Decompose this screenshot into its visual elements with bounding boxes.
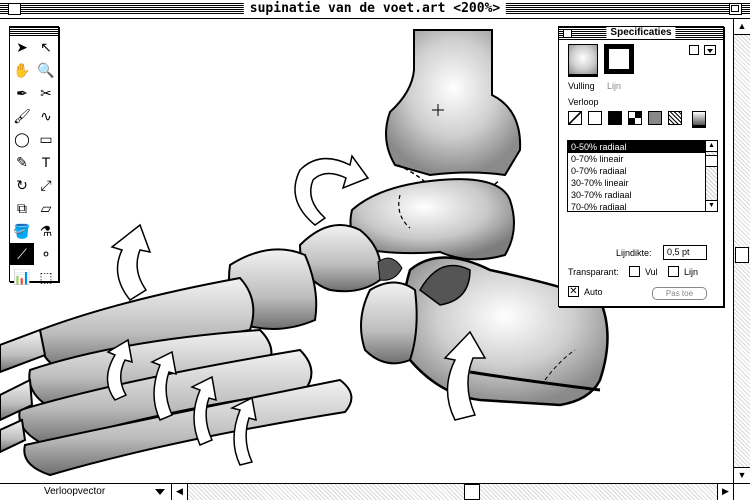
pattern-fill-icon[interactable] xyxy=(628,111,642,125)
shear-tool[interactable]: ▱ xyxy=(34,197,58,220)
rotate-tool[interactable]: ↻ xyxy=(10,174,34,197)
texture-fill-icon[interactable] xyxy=(668,111,682,125)
knife-tool[interactable]: ✎ xyxy=(10,151,34,174)
transparent-label: Transparant: xyxy=(568,267,619,277)
fill-label: Vulling xyxy=(568,81,595,91)
close-box[interactable] xyxy=(8,3,21,15)
brush-tool[interactable]: 🖌 xyxy=(10,105,34,128)
freehand-tool[interactable]: ∿ xyxy=(34,105,58,128)
resize-grow-box[interactable] xyxy=(733,484,750,500)
gradient-list-scrollbar[interactable]: ▲ ▼ xyxy=(706,140,718,212)
scroll-left-arrow-icon[interactable]: ◀ xyxy=(172,484,188,500)
vertical-scrollbar[interactable]: ▲ ▼ xyxy=(733,19,750,483)
horizontal-scroll-thumb[interactable] xyxy=(464,484,480,500)
spec-title-bar[interactable]: Specificaties xyxy=(559,27,723,40)
scroll-down-arrow-icon[interactable]: ▼ xyxy=(734,467,750,483)
gradient-list-item[interactable]: 70-0% radiaal xyxy=(568,201,705,211)
gradient-vector-tool[interactable]: ⟋ xyxy=(10,243,34,266)
apply-button[interactable]: Pas toe xyxy=(652,287,707,300)
gradient-list-item[interactable]: 0-70% radiaal xyxy=(568,165,705,177)
scroll-right-arrow-icon[interactable]: ▶ xyxy=(717,484,733,500)
text-tool[interactable]: T xyxy=(34,151,58,174)
graph-tool[interactable]: 📊 xyxy=(10,266,34,289)
line-checkbox[interactable] xyxy=(668,266,679,277)
status-popup-menu[interactable]: Verloopvector xyxy=(0,484,172,500)
gradient-list-item[interactable]: 30-70% lineair xyxy=(568,177,705,189)
auto-label: Auto xyxy=(584,287,603,297)
black-fill-icon[interactable] xyxy=(608,111,622,125)
list-down-arrow-icon[interactable]: ▼ xyxy=(706,200,717,211)
scroll-up-arrow-icon[interactable]: ▲ xyxy=(734,19,750,35)
toolbox-title-bar[interactable] xyxy=(10,27,58,36)
paint-bucket-tool[interactable]: 🪣 xyxy=(10,220,34,243)
page-tool[interactable]: ⬚ xyxy=(34,266,58,289)
eyedropper-tool[interactable]: ⚗ xyxy=(34,220,58,243)
list-scroll-thumb[interactable] xyxy=(706,155,717,167)
gradient-list-item[interactable]: 0-70% lineair xyxy=(568,153,705,165)
window-title: supinatie van de voet.art <200%> xyxy=(243,1,507,17)
tool-grid: ➤ ↖ ✋ 🔍 ✒ ✂ 🖌 ∿ ◯ ▭ ✎ T ↻ ⤢ ⧉ ▱ 🪣 ⚗ ⟋ ⚬ 📊 ⬚ xyxy=(10,36,58,289)
white-fill-icon[interactable] xyxy=(588,111,602,125)
tibia-bone xyxy=(385,29,522,177)
line-check-label: Lijn xyxy=(684,267,699,277)
gradient-label: Verloop xyxy=(568,97,599,107)
pen-tool[interactable]: ✒ xyxy=(10,82,34,105)
scissors-tool[interactable]: ✂ xyxy=(34,82,58,105)
line-width-label: Lijndikte: xyxy=(616,248,652,258)
gradient-fill-icon[interactable] xyxy=(692,111,706,128)
toolbox-palette: ➤ ↖ ✋ 🔍 ✒ ✂ 🖌 ∿ ◯ ▭ ✎ T ↻ ⤢ ⧉ ▱ 🪣 ⚗ ⟋ ⚬ 📊 ⬚ xyxy=(9,26,59,289)
gradient-list[interactable]: 0-50% radiaal 0-70% lineair 0-70% radiaal 3… xyxy=(567,140,706,212)
fill-checkbox[interactable] xyxy=(629,266,640,277)
line-width-input[interactable]: 0,5 pt xyxy=(663,245,707,260)
list-up-arrow-icon[interactable]: ▲ xyxy=(706,141,717,152)
direct-select-tool[interactable]: ↖ xyxy=(34,36,58,59)
specifications-palette: Specificaties Vulling Lijn Verloop 0-50%… xyxy=(558,26,724,307)
hand-tool[interactable]: ✋ xyxy=(10,59,34,82)
scale-tool[interactable]: ⤢ xyxy=(34,174,58,197)
rectangle-tool[interactable]: ▭ xyxy=(34,128,58,151)
no-fill-icon[interactable] xyxy=(568,111,582,125)
close-icon[interactable] xyxy=(563,29,572,38)
auto-checkbox[interactable]: ✕ xyxy=(568,286,579,297)
spec-title: Specificaties xyxy=(606,27,676,39)
reflect-tool[interactable]: ⧉ xyxy=(10,197,34,220)
zoom-tool[interactable]: 🔍 xyxy=(34,59,58,82)
gray-fill-icon[interactable] xyxy=(648,111,662,125)
small-square-icon[interactable] xyxy=(689,45,699,55)
zoom-box[interactable] xyxy=(729,3,742,15)
gradient-list-item[interactable]: 0-50% radiaal xyxy=(568,141,705,153)
arrow-tool[interactable]: ➤ xyxy=(10,36,34,59)
title-bar[interactable]: supinatie van de voet.art <200%> xyxy=(0,0,750,19)
fill-swatch[interactable] xyxy=(568,44,598,77)
bottom-bar: Verloopvector ◀ ▶ xyxy=(0,483,750,500)
ellipse-tool[interactable]: ◯ xyxy=(10,128,34,151)
blend-tool[interactable]: ⚬ xyxy=(34,243,58,266)
fill-check-label: Vul xyxy=(645,267,658,277)
chevron-down-icon xyxy=(155,489,165,495)
cuboid-bone xyxy=(360,281,418,365)
gradient-list-item[interactable]: 30-70% radiaal xyxy=(568,189,705,201)
status-menu-label: Verloopvector xyxy=(44,486,106,497)
vertical-scroll-thumb[interactable] xyxy=(735,247,749,263)
stroke-swatch[interactable] xyxy=(604,44,634,74)
stroke-label: Lijn xyxy=(607,81,622,91)
options-dropdown[interactable] xyxy=(704,45,716,55)
horizontal-scrollbar[interactable]: ◀ ▶ xyxy=(172,484,733,500)
